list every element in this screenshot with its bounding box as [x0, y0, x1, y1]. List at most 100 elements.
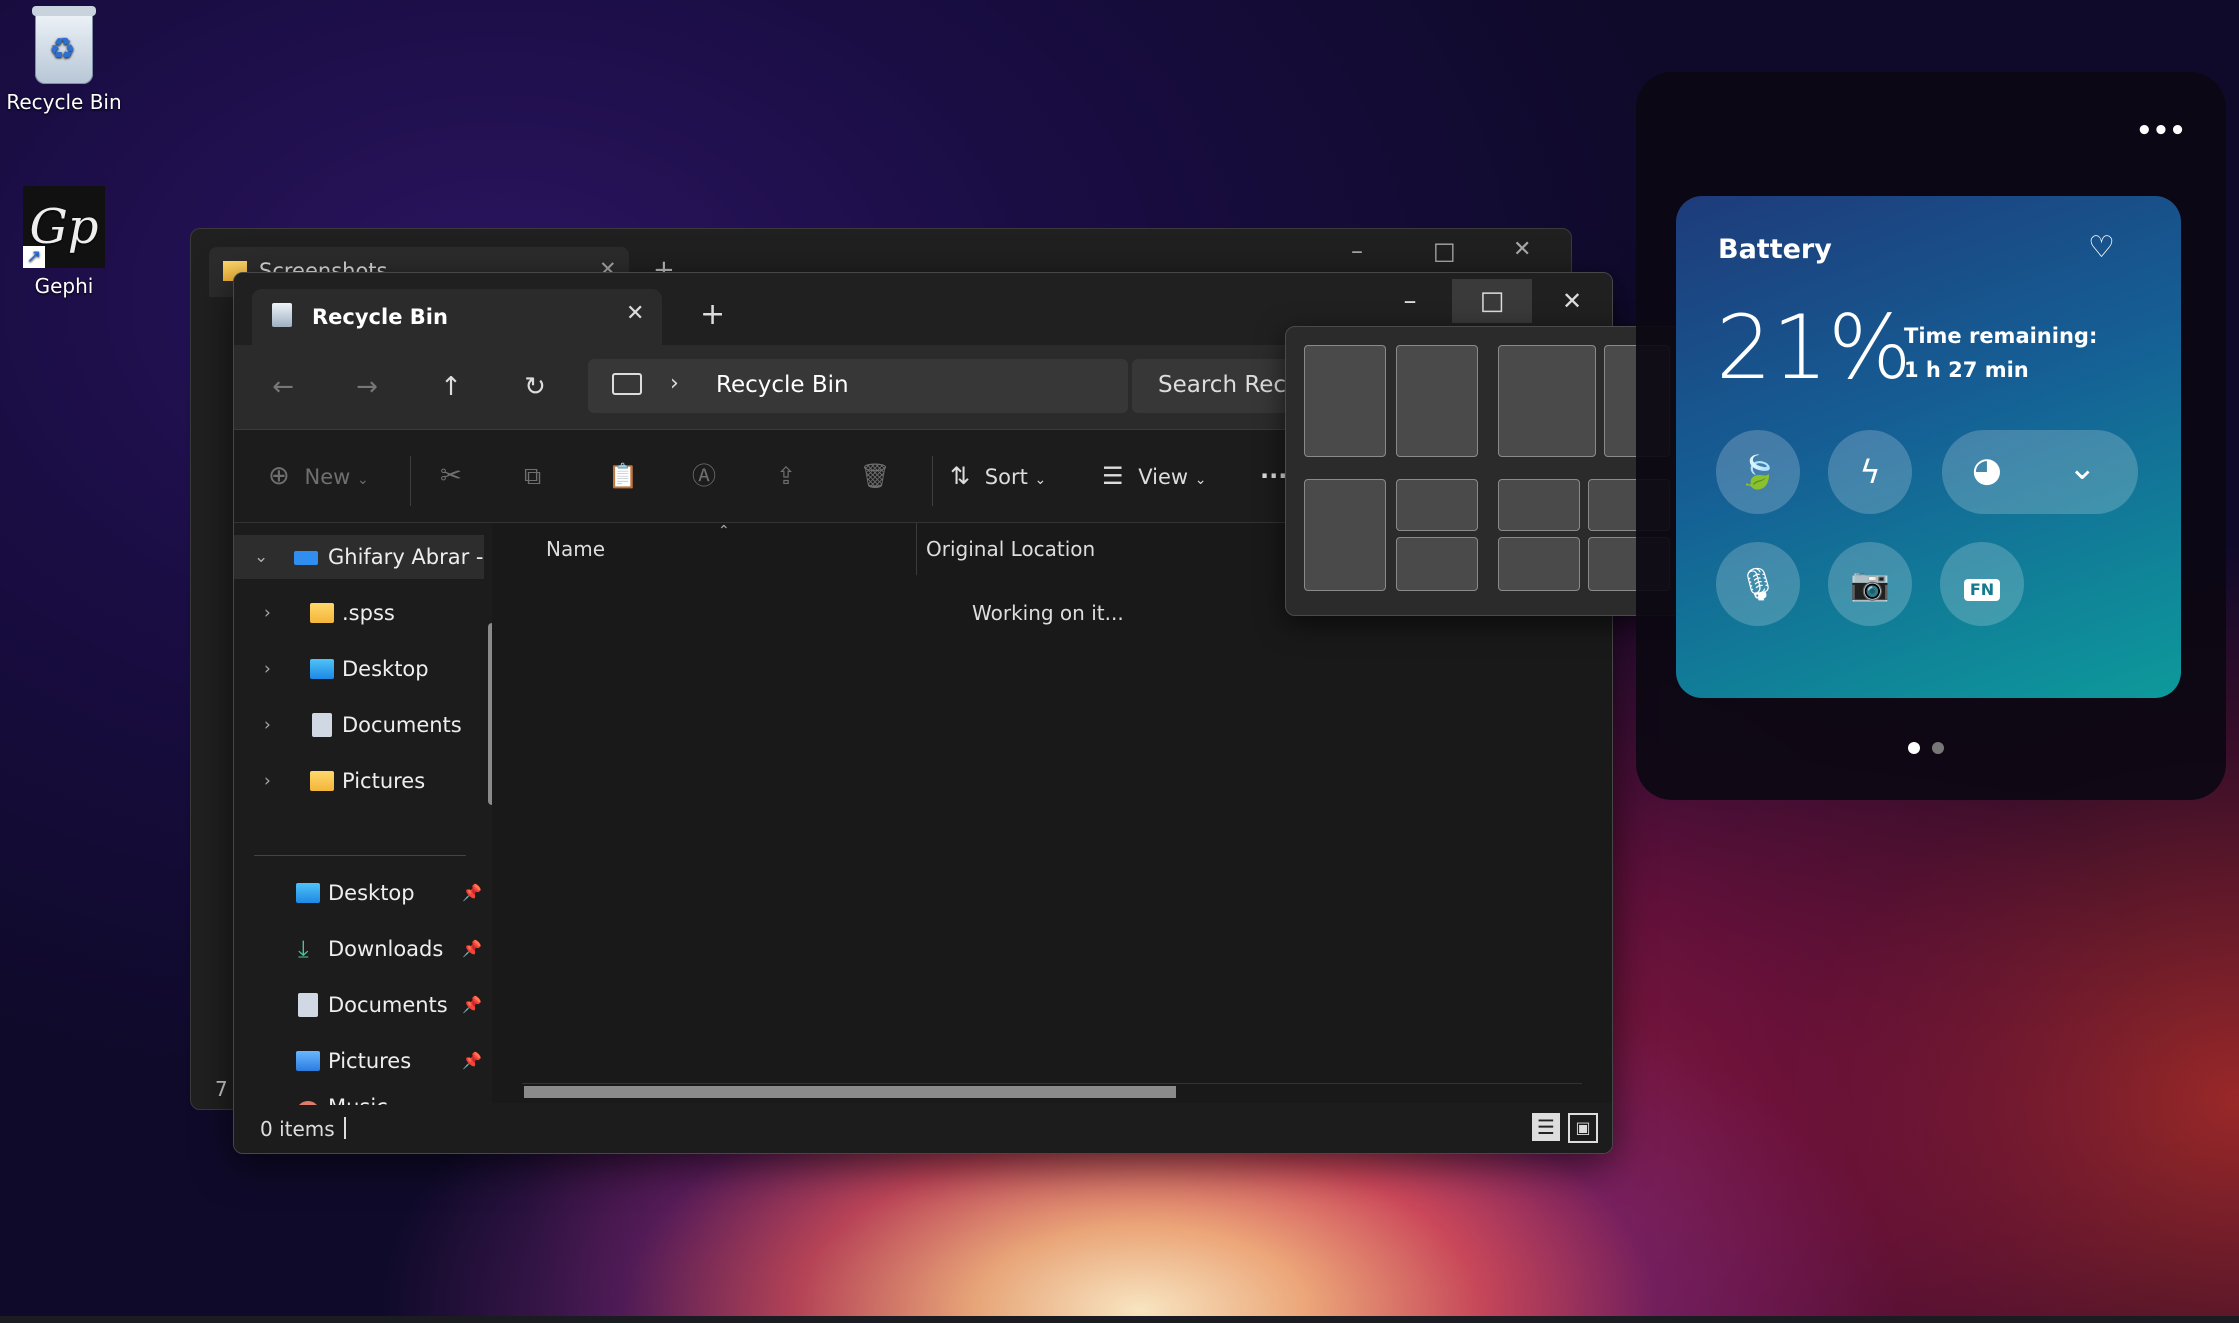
toolbar-separator: [410, 456, 411, 506]
performance-mode-button[interactable]: ϟ: [1828, 430, 1912, 514]
breadcrumb-recycle-bin[interactable]: Recycle Bin: [716, 372, 849, 398]
sidebar-item-pictures[interactable]: › Pictures: [234, 759, 484, 803]
column-divider[interactable]: [916, 523, 917, 575]
snap-zone[interactable]: [1498, 537, 1580, 591]
shortcut-arrow-icon: ↗: [23, 246, 45, 268]
chevron-right-icon[interactable]: ›: [264, 591, 271, 635]
search-input[interactable]: Search Recy: [1158, 372, 1300, 398]
chevron-right-icon[interactable]: ›: [264, 647, 271, 691]
sort-caret-icon: ⌃: [718, 523, 730, 539]
chevron-right-icon[interactable]: ›: [670, 371, 679, 396]
desktop-icon-recycle-bin[interactable]: ♻ Recycle Bin: [4, 6, 124, 114]
tab-recycle-bin[interactable]: Recycle Bin ✕: [252, 289, 662, 345]
rename-icon[interactable]: Ⓐ: [692, 450, 716, 502]
documents-icon: [298, 993, 318, 1017]
pin-icon[interactable]: 📌: [462, 927, 482, 971]
snap-zone[interactable]: [1498, 479, 1580, 531]
desktop-icon: [296, 883, 320, 903]
forward-arrow-icon[interactable]: →: [340, 361, 394, 413]
snap-zone[interactable]: [1304, 479, 1386, 591]
quick-access-downloads[interactable]: ⤓ Downloads 📌: [234, 927, 484, 971]
more-options-button[interactable]: ···: [1260, 450, 1287, 502]
minimize-button[interactable]: –: [1370, 279, 1450, 323]
address-bar[interactable]: › Recycle Bin: [588, 359, 1128, 413]
sidebar-item-label: Desktop: [328, 881, 415, 905]
chevron-down-icon: ⌄: [1194, 472, 1207, 488]
taskbar-edge: [0, 1316, 2239, 1323]
chevron-right-icon[interactable]: ›: [264, 759, 271, 803]
new-tab-button[interactable]: +: [700, 297, 725, 332]
snap-zone[interactable]: [1396, 537, 1478, 591]
pin-icon[interactable]: 📌: [462, 983, 482, 1027]
copy-icon[interactable]: ⧉: [524, 450, 541, 502]
microphone-button[interactable]: 🎙: [1716, 542, 1800, 626]
column-header-original-location[interactable]: Original Location: [926, 537, 1095, 561]
recycle-bin-icon: ♻: [32, 6, 96, 84]
battery-saver-icon: 🍃: [1738, 453, 1778, 491]
chevron-down-icon[interactable]: ⌄: [2068, 448, 2097, 488]
sidebar-item-label: Ghifary Abrar - F: [328, 545, 484, 569]
desktop-icon-gephi[interactable]: Gp ↗ Gephi: [4, 186, 124, 298]
back-arrow-icon[interactable]: ←: [256, 361, 310, 413]
sort-button[interactable]: ⇅ Sort ⌄: [950, 450, 1046, 502]
quick-access-pictures[interactable]: Pictures 📌: [234, 1039, 484, 1083]
maximize-button[interactable]: □: [1452, 279, 1532, 323]
performance-gauge-icon: ◕: [1972, 450, 2002, 490]
battery-saver-button[interactable]: 🍃: [1716, 430, 1800, 514]
close-icon[interactable]: ✕: [1513, 237, 1531, 262]
snap-zone[interactable]: [1304, 345, 1386, 457]
chevron-right-icon[interactable]: ›: [264, 703, 271, 747]
sidebar-item-label: Desktop: [342, 657, 429, 681]
pin-icon[interactable]: 📌: [462, 1039, 482, 1083]
desktop-icon: [310, 659, 334, 679]
details-view-icon[interactable]: ☰: [1532, 1113, 1560, 1141]
delete-icon[interactable]: 🗑: [860, 450, 890, 502]
snap-layout-two-equal[interactable]: [1304, 345, 1480, 457]
column-header-name[interactable]: Name: [546, 537, 605, 561]
heart-pulse-icon[interactable]: ♡: [2088, 230, 2115, 265]
power-mode-split-button[interactable]: ◕ ⌄: [1942, 430, 2138, 514]
maximize-icon[interactable]: □: [1433, 237, 1456, 265]
quick-access-documents[interactable]: Documents 📌: [234, 983, 484, 1027]
page-indicator-dot-active[interactable]: [1908, 742, 1920, 754]
battery-percent: 21%: [1716, 296, 1912, 399]
pin-icon[interactable]: 📌: [462, 871, 482, 915]
share-icon[interactable]: ⇪: [776, 450, 796, 502]
snap-zone[interactable]: [1498, 345, 1596, 457]
refresh-icon[interactable]: ↻: [508, 361, 562, 413]
add-circle-icon: ⊕: [268, 461, 290, 491]
tiles-view-icon[interactable]: ▣: [1568, 1113, 1598, 1143]
view-button[interactable]: ☰ View ⌄: [1102, 450, 1206, 502]
sidebar-item-label: Downloads: [328, 937, 444, 961]
horizontal-scrollbar[interactable]: [524, 1086, 1176, 1098]
more-options-icon[interactable]: •••: [2136, 116, 2186, 146]
snap-zone[interactable]: [1396, 479, 1478, 531]
close-tab-icon[interactable]: ✕: [626, 301, 644, 326]
chevron-down-icon[interactable]: ⌄: [254, 535, 268, 579]
camera-button[interactable]: 📷: [1828, 542, 1912, 626]
view-label: View: [1138, 465, 1189, 489]
quick-access-desktop[interactable]: Desktop 📌: [234, 871, 484, 915]
sidebar-item-desktop[interactable]: › Desktop: [234, 647, 484, 691]
microphone-icon: 🎙: [1737, 565, 1779, 603]
documents-icon: [312, 713, 332, 737]
fn-key-icon: FN: [1963, 579, 2001, 601]
close-button[interactable]: ✕: [1532, 279, 1612, 323]
page-indicator-dot[interactable]: [1932, 742, 1944, 754]
snap-layout-one-plus-two[interactable]: [1304, 479, 1480, 591]
item-count: 0 items: [260, 1117, 335, 1141]
up-arrow-icon[interactable]: ↑: [424, 361, 478, 413]
new-button[interactable]: ⊕ New ⌄: [268, 450, 369, 502]
sidebar-item-spss[interactable]: › .spss: [234, 591, 484, 635]
cut-icon[interactable]: ✂: [440, 450, 462, 502]
status-bar: 0 items ☰ ▣: [234, 1105, 1612, 1153]
download-icon: ⤓: [298, 935, 309, 963]
sidebar-item-documents[interactable]: › Documents: [234, 703, 484, 747]
time-remaining-value: 1 h 27 min: [1904, 358, 2029, 382]
paste-icon[interactable]: 📋: [608, 450, 638, 502]
fn-key-button[interactable]: FN: [1940, 542, 2024, 626]
minimize-icon[interactable]: –: [1351, 237, 1363, 265]
folder-icon: [310, 603, 334, 623]
sidebar-item-onedrive[interactable]: ⌄ Ghifary Abrar - F: [234, 535, 484, 579]
snap-zone[interactable]: [1396, 345, 1478, 457]
